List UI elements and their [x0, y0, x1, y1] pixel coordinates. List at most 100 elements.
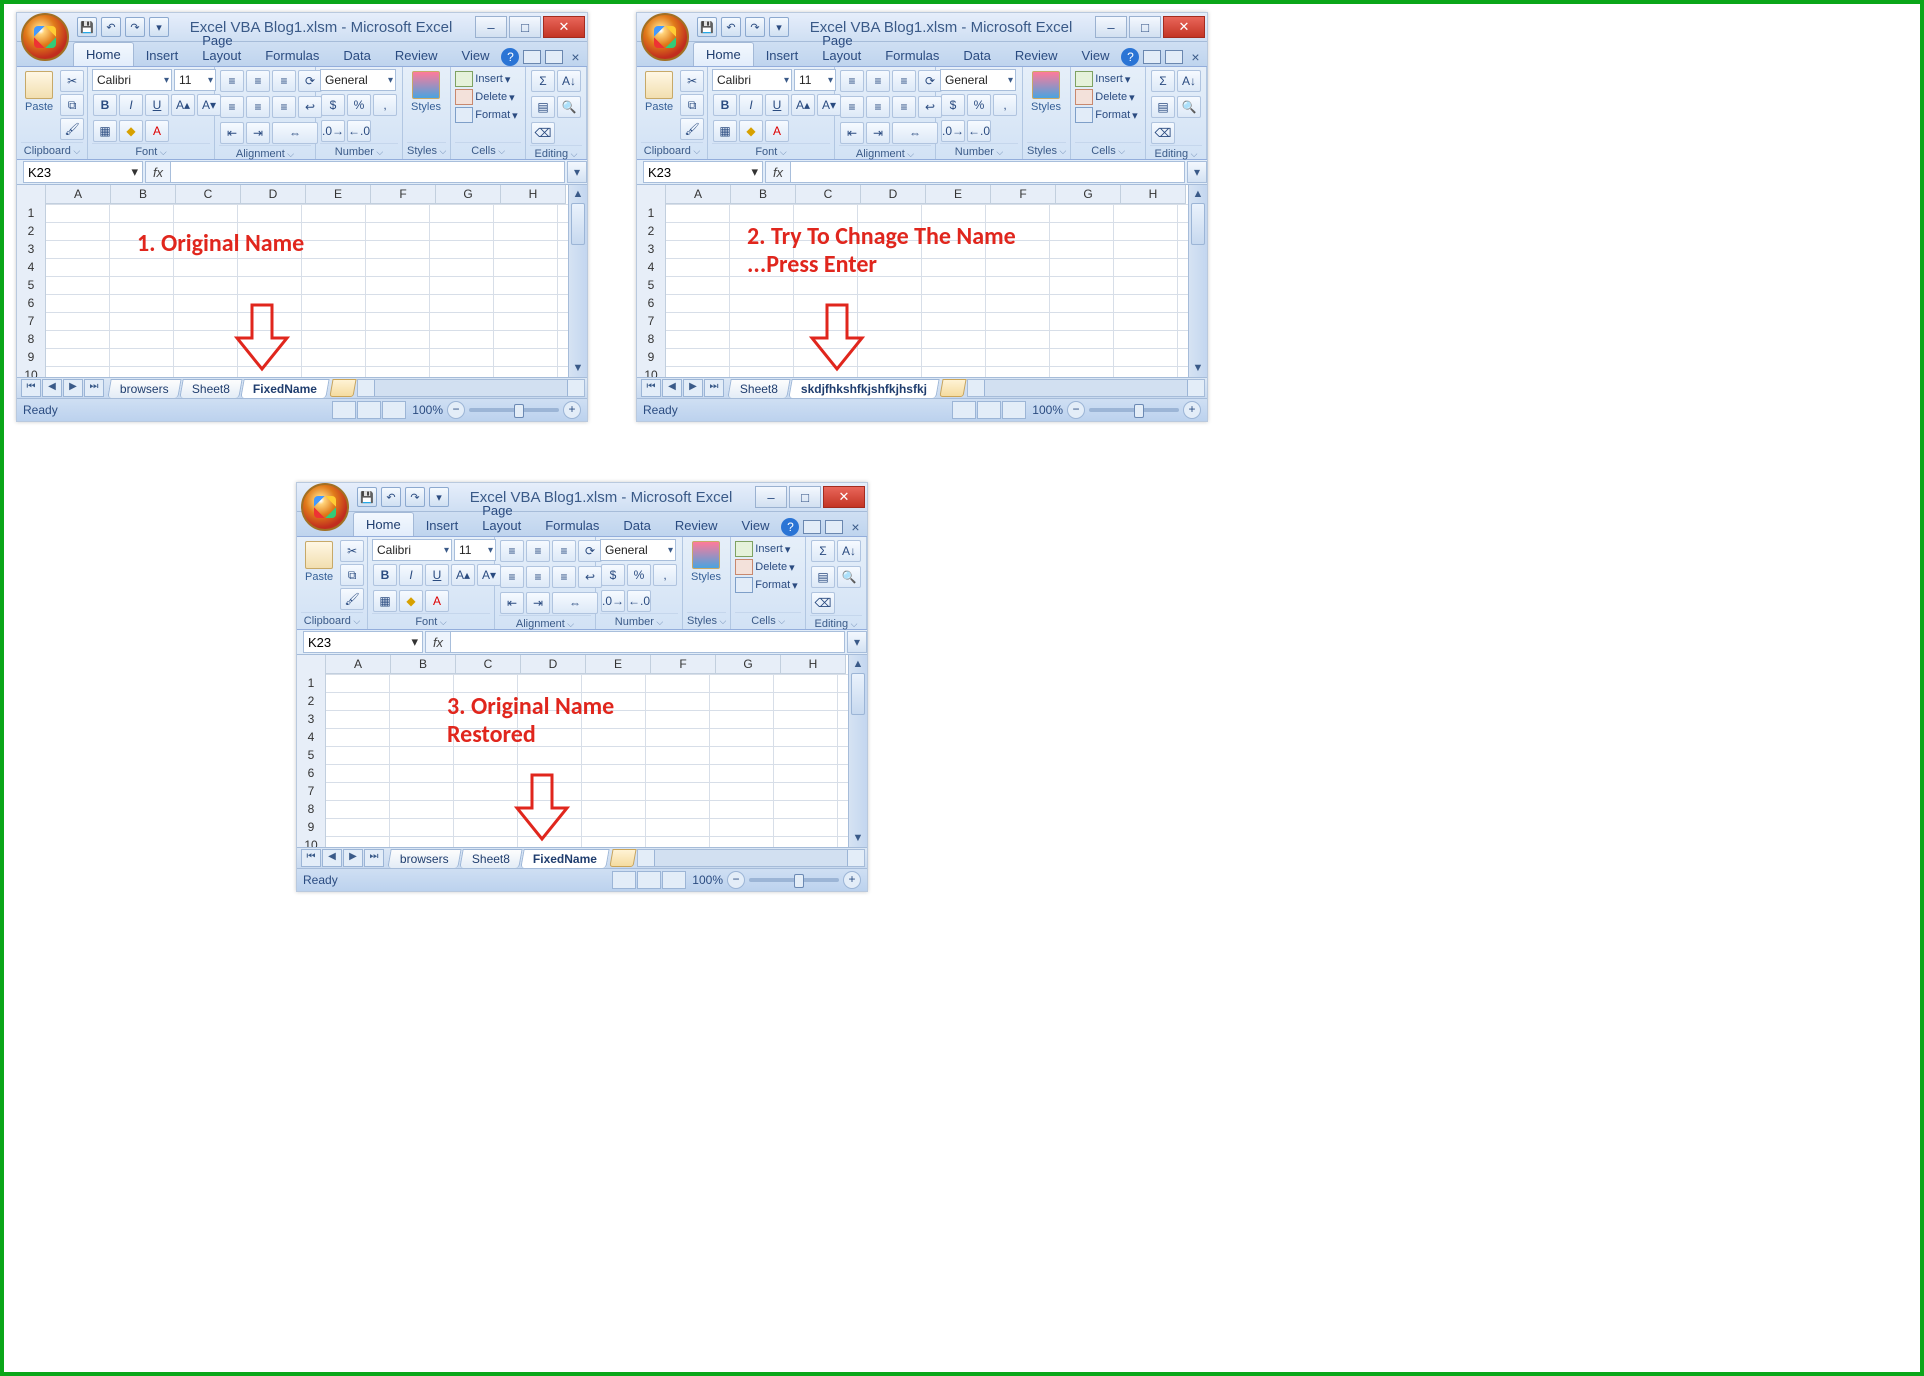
find-select-icon[interactable]: 🔍	[557, 96, 581, 118]
row-header[interactable]: 9	[17, 348, 46, 367]
minimize-button[interactable]: –	[1095, 16, 1127, 38]
copy-icon[interactable]: ⧉	[680, 94, 704, 116]
vertical-scrollbar[interactable]: ▲▼	[568, 185, 587, 377]
first-sheet-icon[interactable]: ⏮	[21, 379, 41, 397]
zoom-in-icon[interactable]: +	[563, 401, 581, 419]
tab-formulas[interactable]: Formulas	[533, 514, 611, 536]
tab-pagelayout[interactable]: Page Layout	[470, 499, 533, 536]
new-sheet-icon[interactable]	[329, 379, 356, 397]
office-button[interactable]	[641, 13, 689, 61]
tab-view[interactable]: View	[1070, 44, 1122, 66]
name-box[interactable]: K23▾	[303, 631, 423, 653]
font-name-combo[interactable]: Calibri▾	[92, 69, 172, 91]
delete-cells-button[interactable]: Delete ▾	[455, 89, 514, 105]
tab-insert[interactable]: Insert	[414, 514, 471, 536]
number-format-combo[interactable]: General▾	[940, 69, 1016, 91]
undo-icon[interactable]: ↶	[101, 17, 121, 37]
redo-icon[interactable]: ↷	[405, 487, 425, 507]
cut-icon[interactable]: ✂	[680, 70, 704, 92]
vertical-scrollbar[interactable]: ▲▼	[848, 655, 867, 847]
tab-data[interactable]: Data	[611, 514, 662, 536]
help-icon[interactable]: ?	[781, 518, 799, 536]
row-header[interactable]: 8	[17, 330, 46, 349]
align-left-icon[interactable]: ≡	[220, 96, 244, 118]
inc-decimal-icon[interactable]: .0→	[321, 120, 345, 142]
percent-icon[interactable]: %	[347, 94, 371, 116]
redo-icon[interactable]: ↷	[745, 17, 765, 37]
tab-review[interactable]: Review	[383, 44, 450, 66]
align-mid-icon[interactable]: ≡	[246, 70, 270, 92]
fill-color-icon[interactable]: ◆	[119, 120, 143, 142]
tab-formulas[interactable]: Formulas	[253, 44, 331, 66]
undo-icon[interactable]: ↶	[721, 17, 741, 37]
tab-home[interactable]: Home	[693, 42, 754, 66]
row-header[interactable]: 3	[17, 240, 46, 259]
workbook-minimize-icon[interactable]	[523, 50, 541, 64]
formula-input[interactable]	[171, 161, 565, 183]
dec-decimal-icon[interactable]: ←.0	[347, 120, 371, 142]
qat-more-icon[interactable]: ▾	[769, 17, 789, 37]
align-bot-icon[interactable]: ≡	[272, 70, 296, 92]
expand-formula-icon[interactable]: ▾	[1187, 161, 1207, 183]
name-box[interactable]: K23▾	[23, 161, 143, 183]
workbook-close-icon[interactable]: ×	[1187, 49, 1203, 65]
underline-button[interactable]: U	[145, 94, 169, 116]
font-name-combo[interactable]: Calibri▾	[712, 69, 792, 91]
horizontal-scrollbar[interactable]	[357, 379, 585, 397]
maximize-button[interactable]: □	[509, 16, 541, 38]
help-icon[interactable]: ?	[501, 48, 519, 66]
horizontal-scrollbar[interactable]	[967, 379, 1205, 397]
tab-view[interactable]: View	[730, 514, 782, 536]
zoom-slider[interactable]	[469, 408, 559, 412]
sort-filter-icon[interactable]: A↓	[557, 70, 581, 92]
maximize-button[interactable]: □	[1129, 16, 1161, 38]
worksheet-grid[interactable]: ABCDEFGH 12345678910 2. Try To Chnage Th…	[637, 185, 1188, 377]
new-sheet-icon[interactable]	[609, 849, 636, 867]
tab-review[interactable]: Review	[1003, 44, 1070, 66]
copy-icon[interactable]: ⧉	[60, 94, 84, 116]
tab-data[interactable]: Data	[951, 44, 1002, 66]
row-header[interactable]: 4	[17, 258, 46, 277]
close-button[interactable]: ✕	[823, 486, 865, 508]
fill-icon[interactable]: ▤	[531, 96, 555, 118]
sheet-tab-renaming[interactable]: skdjfhkshfkjshfkjhsfkj	[788, 379, 939, 398]
sheet-tab-browsers[interactable]: browsers	[107, 379, 181, 398]
name-box[interactable]: K23▾	[643, 161, 763, 183]
col-header[interactable]: D	[241, 185, 306, 204]
font-size-combo[interactable]: 11▾	[174, 69, 216, 91]
workbook-minimize-icon[interactable]	[1143, 50, 1161, 64]
worksheet-grid[interactable]: A B C D E F G H 1 2 3 4 5 6 7	[17, 185, 568, 377]
office-button[interactable]	[21, 13, 69, 61]
col-header[interactable]: F	[371, 185, 436, 204]
clear-icon[interactable]: ⌫	[531, 122, 555, 144]
fx-icon[interactable]: fx	[765, 161, 791, 183]
row-header[interactable]: 2	[17, 222, 46, 241]
normal-view-icon[interactable]	[332, 401, 356, 419]
workbook-restore-icon[interactable]	[1165, 50, 1183, 64]
comma-icon[interactable]: ,	[373, 94, 397, 116]
col-header[interactable]: E	[306, 185, 371, 204]
formula-input[interactable]	[791, 161, 1185, 183]
row-header[interactable]: 10	[17, 366, 46, 377]
autosum-icon[interactable]: Σ	[531, 70, 555, 92]
tab-formulas[interactable]: Formulas	[873, 44, 951, 66]
tab-pagelayout[interactable]: Page Layout	[810, 29, 873, 66]
styles-button[interactable]: Styles	[407, 69, 445, 115]
expand-formula-icon[interactable]: ▾	[567, 161, 587, 183]
sheet-tab-sheet8[interactable]: Sheet8	[459, 849, 522, 868]
sheet-tab-sheet8[interactable]: Sheet8	[727, 379, 790, 398]
qat-more-icon[interactable]: ▾	[149, 17, 169, 37]
save-icon[interactable]: 💾	[697, 17, 717, 37]
save-icon[interactable]: 💾	[77, 17, 97, 37]
row-header[interactable]: 5	[17, 276, 46, 295]
zoom-level[interactable]: 100%	[412, 403, 443, 417]
paste-button[interactable]: Paste	[641, 69, 677, 115]
zoom-out-icon[interactable]: −	[447, 401, 465, 419]
col-header[interactable]: H	[501, 185, 566, 204]
row-header[interactable]: 1	[17, 204, 46, 223]
col-header[interactable]: C	[176, 185, 241, 204]
save-icon[interactable]: 💾	[357, 487, 377, 507]
fx-icon[interactable]: fx	[145, 161, 171, 183]
tab-view[interactable]: View	[450, 44, 502, 66]
row-header[interactable]: 7	[17, 312, 46, 331]
